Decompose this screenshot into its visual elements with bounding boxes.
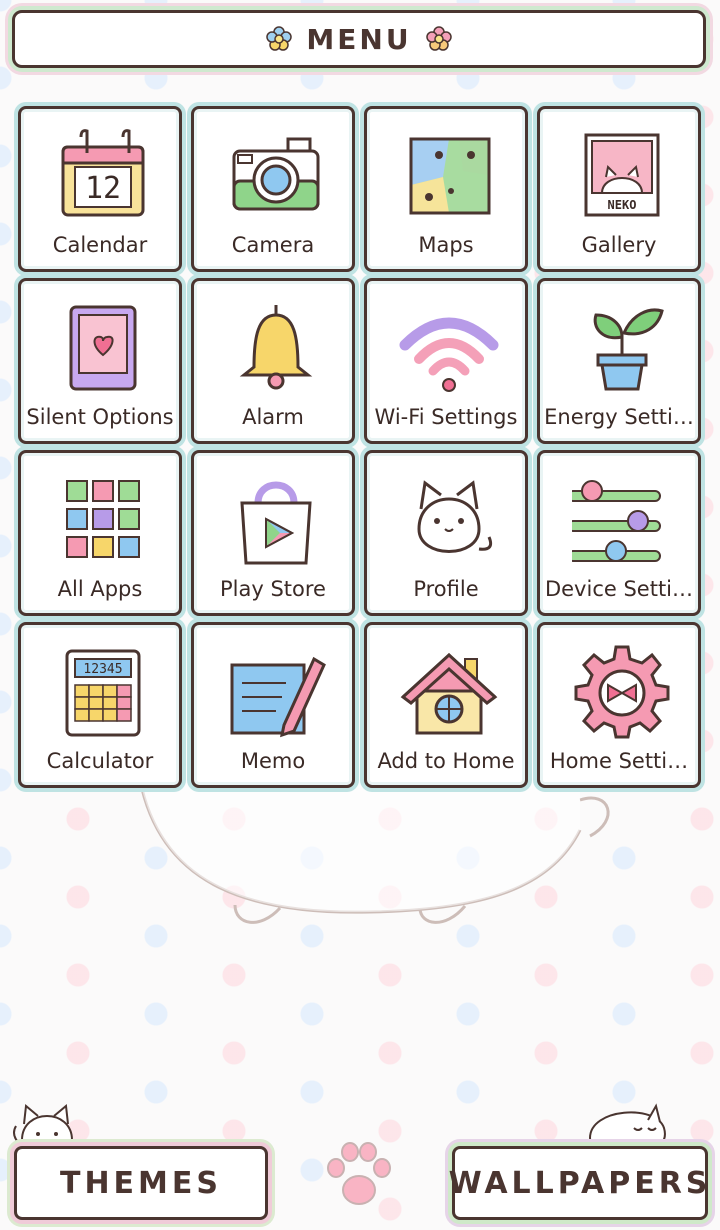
themes-button-label: THEMES bbox=[59, 1165, 223, 1201]
tile-device-settings[interactable]: Device Setti… bbox=[537, 450, 701, 616]
app-grid-icon bbox=[66, 480, 140, 558]
tile-label: Maps bbox=[418, 233, 474, 257]
wallpapers-button-label: WALLPAPERS bbox=[448, 1165, 712, 1201]
tile-label: Home Setti… bbox=[549, 749, 689, 773]
tile-alarm[interactable]: Alarm bbox=[191, 278, 355, 444]
cat-icon bbox=[417, 480, 493, 553]
tile-label: Wi-Fi Settings bbox=[374, 405, 518, 429]
flower-icon bbox=[425, 26, 452, 51]
camera-icon bbox=[232, 137, 320, 211]
tile-label: Calculator bbox=[46, 749, 154, 773]
tile-play-store[interactable]: Play Store bbox=[191, 450, 355, 616]
svg-text:12345: 12345 bbox=[83, 662, 122, 677]
tile-energy-settings[interactable]: Energy Setti… bbox=[537, 278, 701, 444]
tile-calendar[interactable]: 12 Calendar bbox=[18, 106, 182, 272]
tile-camera[interactable]: Camera bbox=[191, 106, 355, 272]
tile-label: Energy Setti… bbox=[544, 405, 694, 429]
menu-header: MENU bbox=[12, 10, 706, 68]
themes-button[interactable]: THEMES bbox=[14, 1146, 268, 1220]
tile-label: Play Store bbox=[220, 577, 326, 601]
tablet-heart-icon bbox=[69, 305, 137, 391]
tile-gallery[interactable]: NEKO Gallery bbox=[537, 106, 701, 272]
memo-pencil-icon bbox=[230, 656, 326, 738]
bell-icon bbox=[239, 305, 313, 390]
tile-label: Add to Home bbox=[377, 749, 515, 773]
tile-maps[interactable]: Maps bbox=[364, 106, 528, 272]
tile-wifi-settings[interactable]: Wi-Fi Settings bbox=[364, 278, 528, 444]
tile-label: All Apps bbox=[57, 577, 143, 601]
tile-calculator[interactable]: 12345 Calculator bbox=[18, 622, 182, 788]
tile-add-to-home[interactable]: Add to Home bbox=[364, 622, 528, 788]
sliders-icon bbox=[567, 480, 661, 562]
tile-label: Camera bbox=[231, 233, 315, 257]
plant-icon bbox=[593, 308, 664, 391]
shopping-bag-icon bbox=[240, 481, 312, 565]
svg-text:12: 12 bbox=[85, 171, 121, 206]
tile-memo[interactable]: Memo bbox=[191, 622, 355, 788]
paw-icon bbox=[327, 1142, 391, 1205]
tile-label: Silent Options bbox=[26, 405, 174, 429]
tile-label: Device Setti… bbox=[544, 577, 694, 601]
house-icon bbox=[400, 652, 498, 735]
tile-home-settings[interactable]: Home Setti… bbox=[537, 622, 701, 788]
page-title: MENU bbox=[306, 22, 412, 56]
tile-label: Profile bbox=[413, 577, 479, 601]
flower-icon bbox=[266, 26, 293, 51]
tile-all-apps[interactable]: All Apps bbox=[18, 450, 182, 616]
wifi-icon bbox=[399, 317, 499, 392]
map-icon bbox=[409, 137, 491, 215]
tile-silent-options[interactable]: Silent Options bbox=[18, 278, 182, 444]
calendar-icon: 12 bbox=[61, 129, 145, 217]
wallpapers-button[interactable]: WALLPAPERS bbox=[449, 1146, 708, 1220]
tile-label: Calendar bbox=[52, 233, 148, 257]
calculator-icon: 12345 bbox=[65, 649, 141, 737]
photo-icon: NEKO bbox=[584, 133, 660, 217]
tile-label: Alarm bbox=[242, 405, 304, 429]
gear-icon bbox=[574, 645, 670, 739]
tile-label: Gallery bbox=[581, 233, 657, 257]
tile-label: Memo bbox=[240, 749, 306, 773]
tile-profile[interactable]: Profile bbox=[364, 450, 528, 616]
svg-text:NEKO: NEKO bbox=[608, 198, 637, 212]
